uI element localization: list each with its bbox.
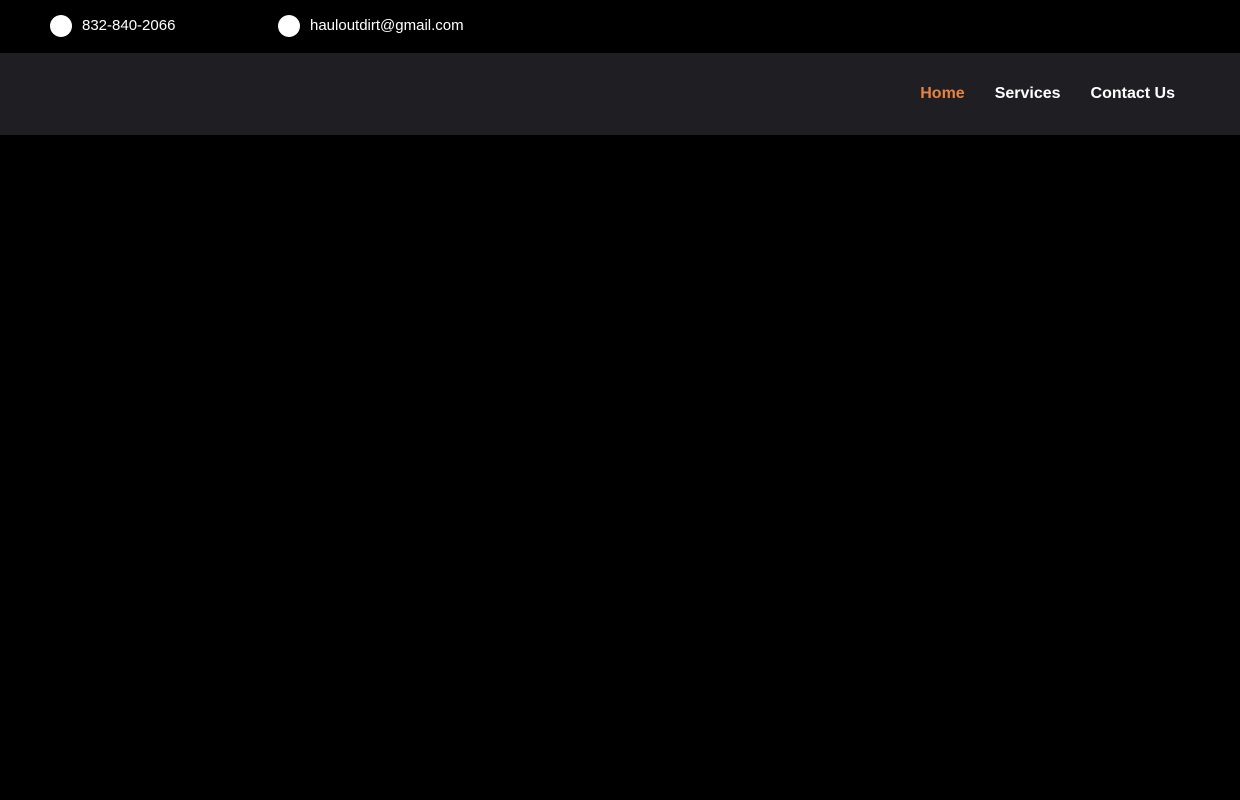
phone-contact[interactable]: 832-840-2066 <box>50 15 175 37</box>
email-icon <box>278 15 300 37</box>
phone-icon <box>50 15 72 37</box>
nav-link-home[interactable]: Home <box>920 85 964 103</box>
nav-menu: Home Services Contact Us <box>920 53 1175 135</box>
email-address[interactable]: hauloutdirt@gmail.com <box>310 15 464 37</box>
nav-link-contact-us[interactable]: Contact Us <box>1091 85 1175 103</box>
hero-section <box>0 135 1240 800</box>
nav-link-services[interactable]: Services <box>995 85 1061 103</box>
email-contact[interactable]: hauloutdirt@gmail.com <box>278 15 464 37</box>
main-navbar: Home Services Contact Us <box>0 53 1240 135</box>
top-contact-bar: 832-840-2066 hauloutdirt@gmail.com <box>0 0 1240 53</box>
phone-number[interactable]: 832-840-2066 <box>82 15 175 37</box>
